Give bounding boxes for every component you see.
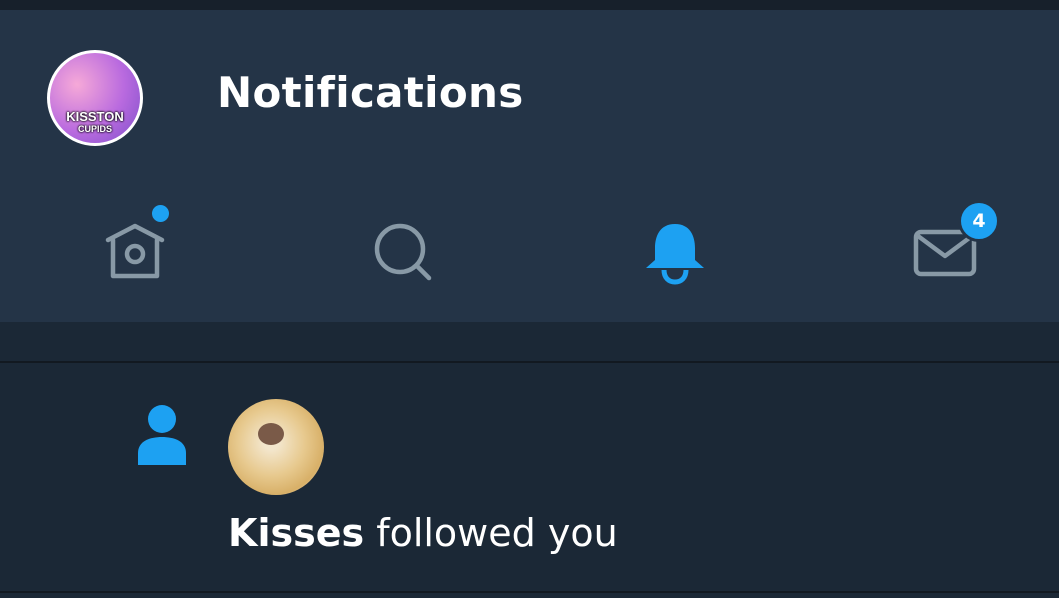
messages-count-badge: 4 [958,200,1000,242]
status-strip [0,0,1059,10]
tab-home[interactable] [0,180,269,320]
profile-avatar[interactable]: KISSTON CUPIDS [47,50,143,146]
search-icon [374,223,431,281]
follower-name[interactable]: Kisses [228,511,364,555]
notification-item[interactable]: Kisses followed you [0,363,1059,593]
tab-search[interactable] [269,180,538,320]
follower-avatar-figure [258,423,284,445]
avatar-badge-text: KISSTON [66,109,124,124]
home-icon [105,223,164,279]
notification-text: Kisses followed you [228,511,618,555]
section-divider [0,322,1059,363]
tab-notifications[interactable] [540,180,809,320]
bell-icon [645,224,704,285]
home-unread-dot [150,203,171,224]
follower-avatar[interactable] [228,399,324,495]
avatar-badge: KISSTON CUPIDS [60,109,130,135]
avatar-badge-subtext: CUPIDS [77,124,112,134]
person-icon [138,405,186,465]
notification-action: followed you [364,511,618,555]
app-header: KISSTON CUPIDS Notifications 4 [0,10,1059,332]
tab-messages[interactable]: 4 [810,180,1059,320]
page-title: Notifications [217,68,524,117]
